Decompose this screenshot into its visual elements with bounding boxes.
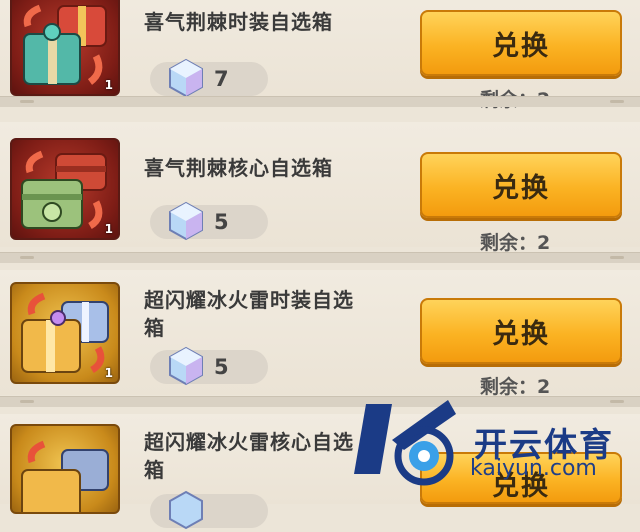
exchange-button[interactable]: 兑换: [420, 298, 622, 364]
item-name-line: 箱: [144, 316, 165, 340]
cost-value: 5: [214, 210, 229, 234]
item-name-line: 超闪耀冰火雷核心自选: [144, 430, 354, 454]
cost-value: 7: [214, 67, 229, 91]
list-item: 1 超闪耀冰火雷时装自选 箱 5 兑换 剩余：2: [0, 270, 640, 407]
brand-logo-icon: [354, 400, 456, 486]
item-name: 喜气荆棘时装自选箱: [144, 10, 333, 34]
list-item: 1 喜气荆棘时装自选箱 7 兑换 剩余：2: [0, 0, 640, 111]
remaining-value: 2: [537, 232, 551, 254]
remaining-label: 剩余：: [480, 232, 538, 254]
item-name: 喜气荆棘核心自选箱: [144, 156, 333, 180]
item-name: 超闪耀冰火雷时装自选 箱: [144, 286, 354, 342]
item-quantity: 1: [104, 222, 113, 236]
item-icon-card[interactable]: 1: [10, 282, 120, 384]
item-quantity: 1: [104, 366, 113, 380]
crystal-cube-icon: [169, 201, 203, 241]
row-divider: [0, 252, 640, 263]
item-icon-card[interactable]: 1: [10, 0, 120, 96]
item-name-line: 超闪耀冰火雷时装自选: [144, 288, 354, 312]
watermark-url: kaiyun.com: [470, 456, 597, 481]
watermark: 开云体育 kaiyun.com: [352, 394, 640, 504]
gift-box-icon: [21, 440, 109, 512]
remaining-count: 剩余：2: [480, 228, 600, 255]
item-cost: 7: [150, 58, 268, 98]
row-divider: [0, 96, 640, 107]
crystal-cube-icon: [169, 58, 203, 98]
item-icon-card[interactable]: 1: [10, 138, 120, 240]
item-cost: 5: [150, 346, 268, 386]
crystal-cube-icon: [169, 346, 203, 386]
cost-value: 5: [214, 355, 229, 379]
item-icon-card[interactable]: [10, 424, 120, 514]
item-quantity: 1: [104, 78, 113, 92]
item-cost: 5: [150, 201, 268, 241]
item-cost: [150, 490, 268, 530]
item-name: 超闪耀冰火雷核心自选 箱: [144, 428, 354, 484]
item-name-line: 箱: [144, 458, 165, 482]
list-item: 1 喜气荆棘核心自选箱 5 兑换 剩余：2: [0, 122, 640, 263]
crystal-cube-icon: [169, 490, 203, 530]
exchange-button[interactable]: 兑换: [420, 152, 622, 218]
exchange-button[interactable]: 兑换: [420, 10, 622, 76]
